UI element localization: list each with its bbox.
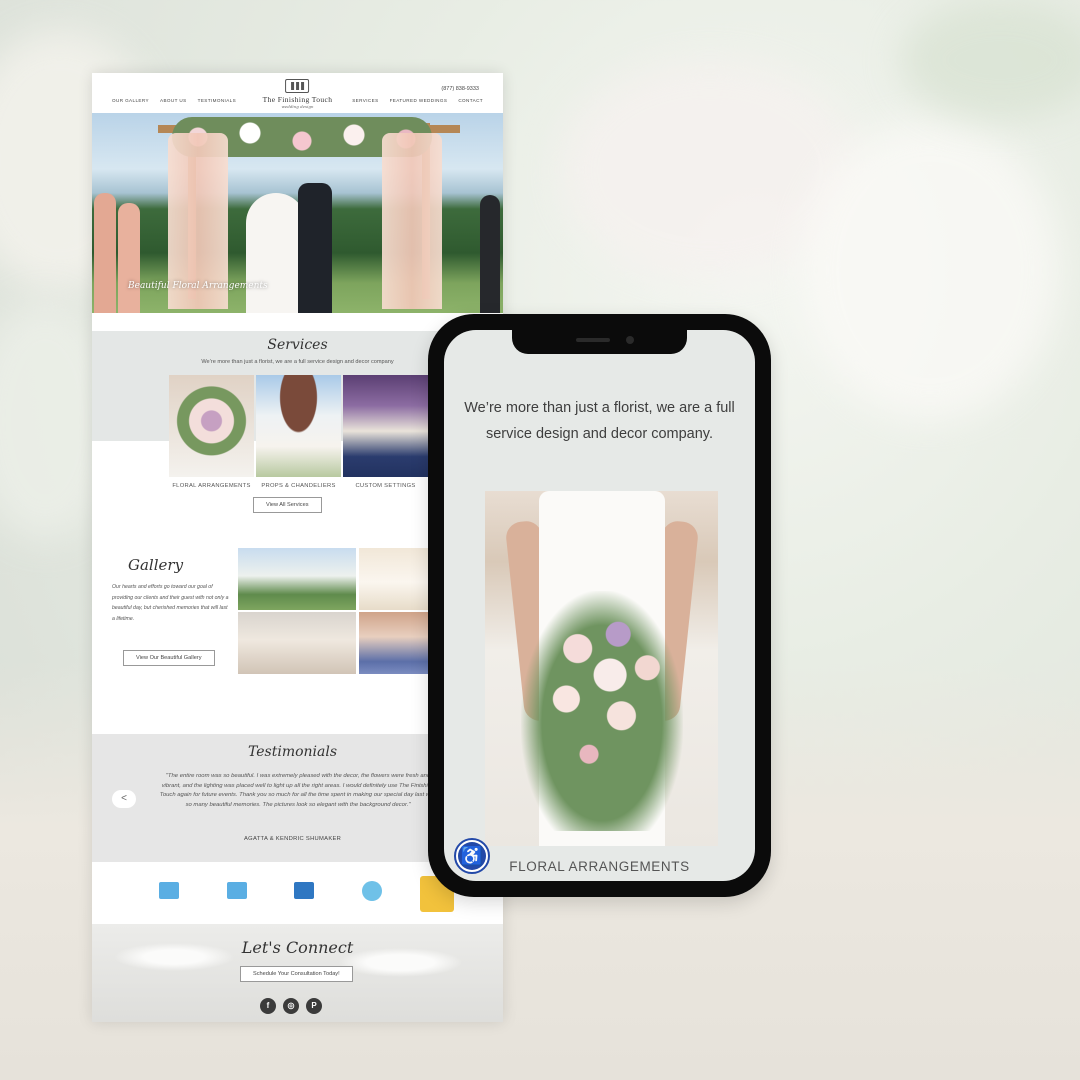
pinterest-icon[interactable]: P [306,998,322,1014]
schedule-consultation-button[interactable]: Schedule Your Consultation Today! [240,966,353,982]
gallery-grid [238,548,429,674]
speaker-icon [576,338,610,342]
logo-subtitle: wedding design [281,104,314,109]
mobile-floral-image[interactable] [485,491,718,846]
background-flowers [800,120,1060,420]
logo-name: The Finishing Touch [262,95,333,104]
view-gallery-button[interactable]: View Our Beautiful Gallery [123,650,215,666]
nav-about-us[interactable]: ABOUT US [160,98,187,103]
camera-icon [626,336,634,344]
nav-contact[interactable]: CONTACT [458,98,483,103]
gallery-image[interactable] [238,612,356,674]
testimonial-quote: "The entire room was so beautiful. I was… [159,773,437,808]
service-card[interactable]: FLORAL ARRANGEMENTS [169,375,254,489]
service-card[interactable]: PROPS & CHANDELIERS [256,375,341,489]
phone-number[interactable]: (877) 838-9333 [441,86,479,92]
phone-mockup: We’re more than just a florist, we are a… [428,314,771,897]
connect-section: Let's Connect Schedule Your Consultation… [92,924,503,1022]
bouquet [521,591,683,831]
gallery-title: Gallery [128,556,184,574]
phone-notch [512,330,687,354]
officiant [480,195,500,313]
gallery-image[interactable] [359,612,429,674]
nav-services[interactable]: SERVICES [352,98,378,103]
accessibility-button[interactable]: ♿ [454,838,490,874]
testimonial-author: AGATTA & KENDRIC SHUMAKER [244,836,342,842]
facebook-icon[interactable]: f [260,998,276,1014]
bridesmaid [118,203,140,313]
mobile-service-label: FLORAL ARRANGEMENTS [509,859,690,874]
site-logo[interactable]: The Finishing Touch wedding design [263,79,333,109]
nav-our-gallery[interactable]: OUR GALLERY [112,98,149,103]
nav-right: SERVICES FEATURED WEDDINGS CONTACT [352,98,483,103]
groom [298,183,332,313]
accessibility-icon: ♿ [458,842,486,870]
service-image-floral [169,375,254,477]
mobile-tagline: We’re more than just a florist, we are a… [464,400,735,442]
bride [246,193,306,313]
logo-icon [285,79,310,93]
instagram-icon[interactable]: ◎ [283,998,299,1014]
gallery-image[interactable] [238,548,356,610]
hero-image: Beautiful Floral Arrangements [92,113,503,313]
bridesmaid [94,193,116,313]
hero-caption: Beautiful Floral Arrangements [128,281,268,291]
service-label: FLORAL ARRANGEMENTS [172,483,251,489]
view-all-services-button[interactable]: View All Services [253,497,322,513]
gallery-description: Our hearts and efforts go toward our goa… [112,584,229,622]
prev-testimonial-button[interactable]: < [112,790,136,808]
background-flowers [900,0,1080,120]
service-image-settings [343,375,428,477]
phone-screen: We’re more than just a florist, we are a… [444,330,755,881]
award-badge-icon [294,882,314,899]
gallery-image[interactable] [359,548,429,610]
service-card[interactable]: CUSTOM SETTINGS [343,375,428,489]
nav-testimonials[interactable]: TESTIMONIALS [198,98,237,103]
site-nav: OUR GALLERY ABOUT US TESTIMONIALS The Fi… [92,73,503,113]
nav-left: OUR GALLERY ABOUT US TESTIMONIALS [112,98,236,103]
award-badge-icon [159,882,179,899]
social-links: f ◎ P [260,998,322,1014]
drape [382,133,442,309]
service-label: CUSTOM SETTINGS [355,483,416,489]
award-badge-icon [227,882,247,899]
service-image-props [256,375,341,477]
nav-featured-weddings[interactable]: FEATURED WEDDINGS [390,98,448,103]
services-grid: FLORAL ARRANGEMENTS PROPS & CHANDELIERS … [169,375,429,489]
connect-title: Let's Connect [241,938,354,957]
service-label: PROPS & CHANDELIERS [261,483,336,489]
award-badge-icon [362,881,382,901]
